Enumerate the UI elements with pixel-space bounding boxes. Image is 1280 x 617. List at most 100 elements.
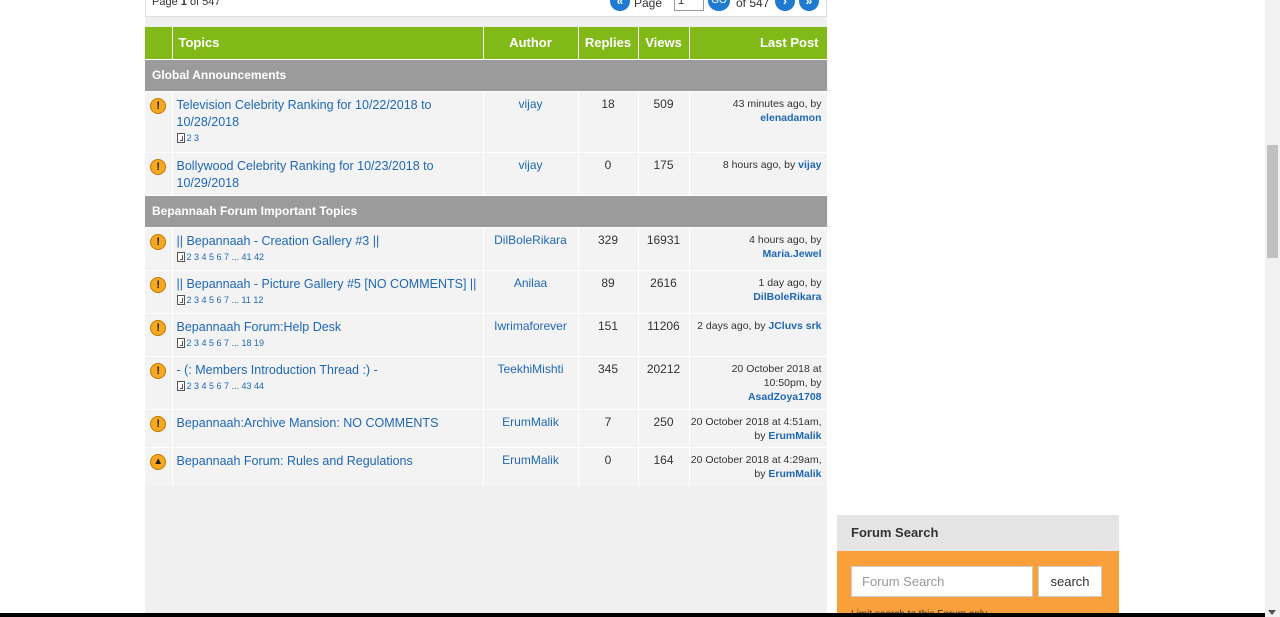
header-replies[interactable]: Replies	[578, 27, 639, 59]
last-post-author-link[interactable]: vijay	[798, 159, 821, 171]
table-row: ! Bollywood Celebrity Ranking for 10/23/…	[145, 151, 828, 195]
header-icon-col	[145, 27, 173, 59]
page-links[interactable]: 2 3 4 5 6 7 ... 43 44	[187, 381, 265, 391]
last-page-button[interactable]: »	[799, 0, 819, 11]
scrollbar-thumb[interactable]	[1267, 145, 1278, 258]
topics-table: Topics Author Replies Views Last Post Gl…	[145, 27, 828, 486]
last-post: 20 October 2018 at 4:51am, by ErumMalik	[689, 408, 828, 447]
author-link[interactable]: vijay	[483, 151, 579, 195]
views-count: 16931	[638, 226, 690, 270]
topic-pages: 2 3	[176, 132, 477, 147]
views-count: 11206	[638, 312, 690, 356]
warning-icon: !	[150, 276, 167, 293]
table-row: ! Bepannaah:Archive Mansion: NO COMMENTS…	[145, 408, 828, 447]
next-page-button[interactable]: ›	[775, 0, 795, 11]
last-post-author-link[interactable]: JCluvs srk	[768, 320, 821, 332]
section-title: Global Announcements	[145, 58, 827, 91]
search-button[interactable]: search	[1038, 566, 1102, 597]
replies-count: 89	[578, 269, 639, 313]
section-title: Bepannaah Forum Important Topics	[145, 194, 827, 227]
header-last-post[interactable]: Last Post	[689, 27, 828, 59]
page-total: of 547	[736, 0, 770, 10]
topic-title-link[interactable]: Bepannaah Forum: Rules and Regulations	[177, 453, 477, 470]
page-links[interactable]: 2 3	[187, 133, 200, 143]
pages-icon	[176, 337, 185, 348]
forum-search-input[interactable]: Forum Search	[851, 566, 1033, 597]
author-link[interactable]: DilBoleRikara	[483, 226, 579, 270]
last-post-author-link[interactable]: AsadZoya1708	[748, 391, 822, 403]
table-row: ! Bepannaah Forum:Help Desk 2 3 4 5 6 7 …	[145, 312, 828, 356]
warning-icon: !	[150, 158, 167, 175]
page-links[interactable]: 2 3 4 5 6 7 ... 11 12	[187, 295, 264, 305]
author-link[interactable]: ErumMalik	[483, 446, 579, 486]
section-header: Global Announcements	[145, 58, 827, 91]
warning-icon: !	[150, 97, 167, 114]
author-link[interactable]: TeekhiMishti	[483, 355, 579, 409]
views-count: 2616	[638, 269, 690, 313]
last-post: 20 October 2018 at 4:29am, by ErumMalik	[689, 446, 828, 486]
views-count: 509	[638, 90, 690, 152]
last-post: 20 October 2018 at 10:50pm, by AsadZoya17…	[689, 355, 828, 409]
topic-title-link[interactable]: Bepannaah Forum:Help Desk	[177, 319, 477, 336]
page-links[interactable]: 2 3 4 5 6 7 ... 18 19	[187, 338, 265, 348]
last-post-author-link[interactable]: ErumMalik	[768, 468, 821, 480]
views-count: 250	[638, 408, 690, 447]
replies-count: 345	[578, 355, 639, 409]
last-post: 2 days ago, by JCluvs srk	[689, 312, 828, 356]
header-row: Topics Author Replies Views Last Post	[145, 27, 828, 59]
topic-pages: 2 3 4 5 6 7 ... 18 19	[176, 337, 477, 352]
page-number-input[interactable]: 1	[674, 0, 704, 11]
author-link[interactable]: ErumMalik	[483, 408, 579, 447]
go-button[interactable]: GO	[708, 0, 730, 11]
topic-pages: 2 3 4 5 6 7 ... 43 44	[176, 380, 477, 395]
pages-icon	[176, 380, 185, 391]
topic-title-link[interactable]: Bollywood Celebrity Ranking for 10/23/20…	[177, 158, 477, 192]
pages-icon	[176, 132, 185, 143]
up-arrow-icon: ▲	[150, 453, 167, 470]
replies-count: 18	[578, 90, 639, 152]
topic-title-link[interactable]: Bepannaah:Archive Mansion: NO COMMENTS	[177, 415, 477, 432]
forum-search-body: Forum Search search Limit search to this…	[837, 551, 1119, 617]
topic-title-link[interactable]: Television Celebrity Ranking for 10/22/2…	[177, 97, 477, 131]
bottom-edge	[0, 613, 1265, 617]
header-views[interactable]: Views	[638, 27, 690, 59]
first-page-button[interactable]: «	[610, 0, 630, 11]
topic-pages: 2 3 4 5 6 7 ... 41 42	[176, 251, 477, 266]
topic-title-link[interactable]: - (: Members Introduction Thread :) -	[177, 362, 477, 379]
last-post: 8 hours ago, by vijay	[689, 151, 828, 195]
pager: Page 1 of 547 « Page 1 GO of 547 › »	[145, 0, 827, 17]
replies-count: 329	[578, 226, 639, 270]
header-topics[interactable]: Topics	[172, 27, 484, 59]
pages-icon	[176, 294, 185, 305]
replies-count: 7	[578, 408, 639, 447]
warning-icon: !	[150, 415, 167, 432]
topic-title-link[interactable]: || Bepannaah - Picture Gallery #5 [NO CO…	[177, 276, 477, 293]
table-row: ▲ Bepannaah Forum: Rules and Regulations…	[145, 446, 828, 486]
table-row: ! - (: Members Introduction Thread :) - …	[145, 355, 828, 409]
last-post-author-link[interactable]: elenadamon	[760, 112, 821, 124]
table-row: ! || Bepannaah - Picture Gallery #5 [NO …	[145, 269, 828, 313]
author-link[interactable]: Anilaa	[483, 269, 579, 313]
views-count: 20212	[638, 355, 690, 409]
forum-search-widget: Forum Search Forum Search search Limit s…	[837, 515, 1119, 617]
last-post: 43 minutes ago, by elenadamon	[689, 90, 828, 152]
page-word: Page	[634, 0, 663, 10]
author-link[interactable]: Iwrimaforever	[483, 312, 579, 356]
scroll-down-arrow-icon[interactable]	[1268, 610, 1276, 615]
last-post-author-link[interactable]: DilBoleRikara	[753, 291, 821, 303]
table-row: ! Television Celebrity Ranking for 10/22…	[145, 90, 828, 152]
table-row: ! || Bepannaah - Creation Gallery #3 || …	[145, 226, 828, 270]
topic-pages: 2 3 4 5 6 7 ... 11 12	[176, 294, 477, 309]
last-post: 1 day ago, by DilBoleRikara	[689, 269, 828, 313]
page-links[interactable]: 2 3 4 5 6 7 ... 41 42	[187, 252, 265, 262]
last-post-author-link[interactable]: Maria.Jewel	[763, 248, 822, 260]
forum-search-title: Forum Search	[837, 515, 1119, 551]
author-link[interactable]: vijay	[483, 90, 579, 152]
pages-icon	[176, 251, 185, 262]
header-author[interactable]: Author	[483, 27, 579, 59]
vertical-scrollbar[interactable]	[1265, 0, 1280, 617]
last-post-author-link[interactable]: ErumMalik	[768, 430, 821, 442]
replies-count: 151	[578, 312, 639, 356]
topic-title-link[interactable]: || Bepannaah - Creation Gallery #3 ||	[177, 233, 477, 250]
views-count: 164	[638, 446, 690, 486]
